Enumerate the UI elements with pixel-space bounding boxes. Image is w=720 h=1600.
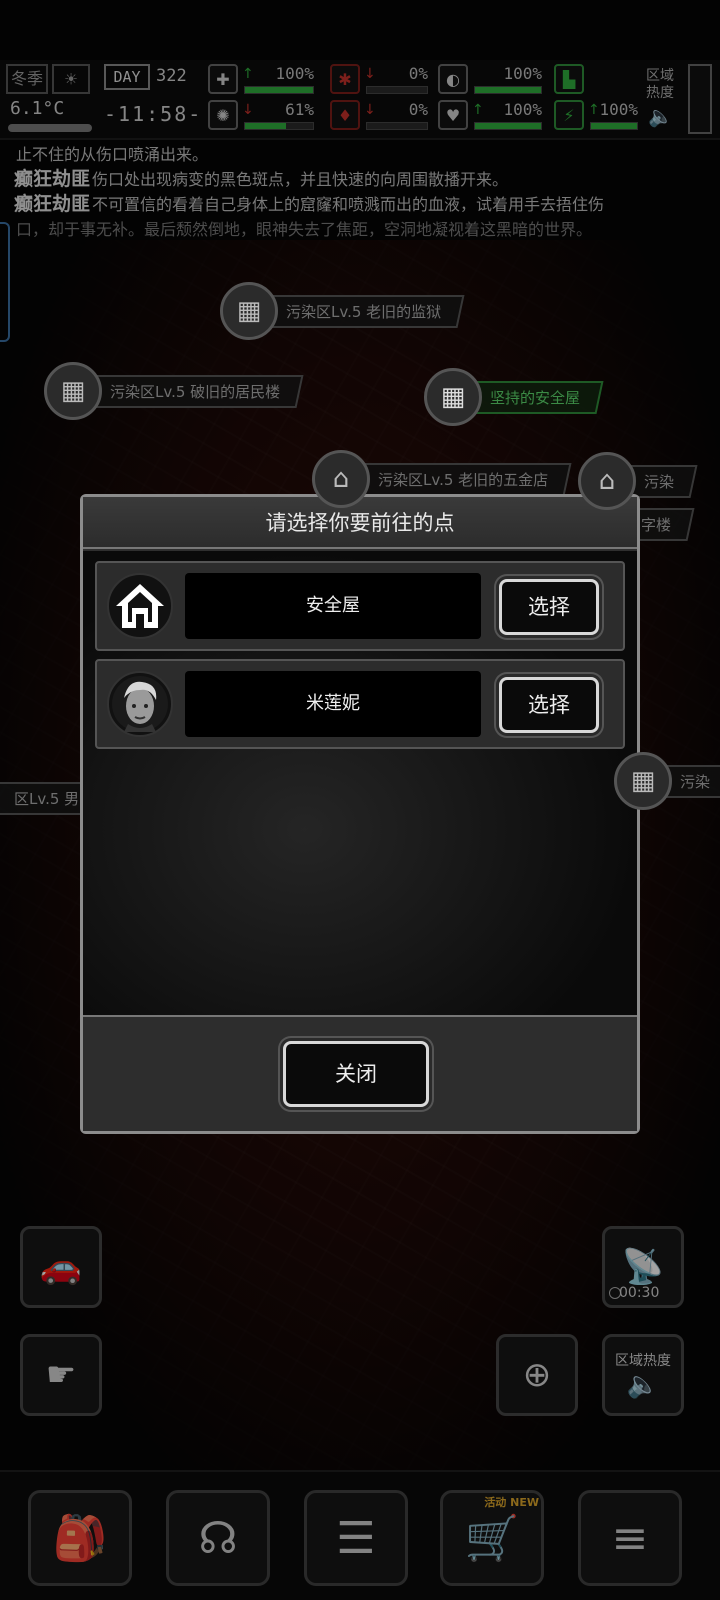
dialog-footer: 关闭	[83, 1015, 637, 1131]
dialog-body: 安全屋 选择 米莲妮 选择	[83, 551, 637, 1015]
destination-dialog: 请选择你要前往的点 安全屋 选择 米莲妮 选择 关闭	[80, 494, 640, 1134]
destination-name: 米莲妮	[185, 671, 481, 737]
shop-icon: ⌂	[312, 450, 370, 508]
shop-icon: ⌂	[578, 452, 636, 510]
select-button[interactable]: 选择	[499, 579, 599, 635]
dialog-title: 请选择你要前往的点	[83, 497, 637, 549]
portrait-avatar	[107, 671, 173, 737]
destination-option-companion: 米莲妮 选择	[95, 659, 625, 749]
safehouse-icon: ▦	[424, 368, 482, 426]
destination-option-safehouse: 安全屋 选择	[95, 561, 625, 651]
destination-name: 安全屋	[185, 573, 481, 639]
building-icon: ▦	[614, 752, 672, 810]
building-icon: ▦	[44, 362, 102, 420]
building-icon: ▦	[220, 282, 278, 340]
close-button[interactable]: 关闭	[283, 1041, 429, 1107]
select-button[interactable]: 选择	[499, 677, 599, 733]
house-icon	[107, 573, 173, 639]
